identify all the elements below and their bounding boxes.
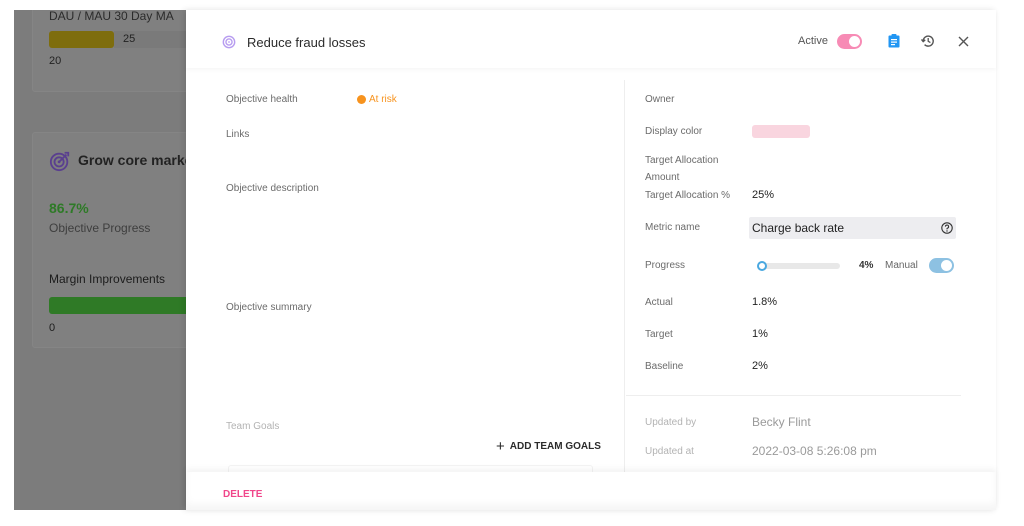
target-allocation-pct-label: Target Allocation % bbox=[645, 190, 731, 201]
clipboard-button[interactable] bbox=[886, 33, 902, 49]
target-icon bbox=[49, 151, 70, 172]
target-value[interactable]: 1% bbox=[752, 328, 768, 340]
background-objective-card: Grow core market 86.7% Objective Progres… bbox=[32, 132, 186, 348]
clipboard-icon bbox=[888, 34, 900, 48]
links-label: Links bbox=[226, 129, 250, 140]
objective-health-label: Objective health bbox=[226, 94, 298, 105]
target-icon bbox=[222, 35, 236, 49]
close-button[interactable] bbox=[955, 33, 971, 49]
updated-by-label: Updated by bbox=[645, 417, 697, 428]
objective-description-label: Objective description bbox=[226, 183, 319, 194]
progress-slider-track[interactable] bbox=[758, 263, 840, 269]
drawer-header: Reduce fraud losses Active bbox=[186, 10, 996, 68]
history-button[interactable] bbox=[920, 33, 936, 49]
manual-toggle[interactable] bbox=[929, 258, 954, 273]
updated-at-value: 2022-03-08 5:26:08 pm bbox=[752, 444, 877, 458]
background-objective-card: DAU / MAU 30 Day MA 25 20 bbox=[32, 10, 186, 92]
health-status-value[interactable]: At risk bbox=[369, 94, 397, 105]
target-allocation-amount-label-2: Amount bbox=[645, 172, 680, 183]
display-color-label: Display color bbox=[645, 126, 703, 137]
actual-label: Actual bbox=[645, 297, 673, 308]
progress-value: 4% bbox=[859, 260, 874, 271]
manual-label: Manual bbox=[885, 260, 918, 271]
team-goals-label: Team Goals bbox=[226, 421, 280, 432]
background-overlay[interactable]: DAU / MAU 30 Day MA 25 20 Grow core mark… bbox=[14, 10, 186, 510]
drawer-footer: DELETE bbox=[186, 472, 996, 510]
health-status-dot bbox=[357, 95, 366, 104]
target-label: Target bbox=[645, 329, 673, 340]
add-team-goals-label: ADD TEAM GOALS bbox=[509, 441, 601, 452]
key-result-name: Margin Improvements bbox=[49, 272, 166, 286]
progress-label: Progress bbox=[645, 260, 686, 271]
drawer-title: Reduce fraud losses bbox=[247, 35, 366, 50]
key-result-min: 0 bbox=[49, 322, 56, 334]
close-icon bbox=[958, 36, 968, 46]
updated-at-label: Updated at bbox=[645, 446, 694, 457]
card-title: Grow core market bbox=[78, 152, 186, 168]
history-icon bbox=[921, 35, 934, 47]
key-result-bar bbox=[49, 297, 186, 314]
metric-name-label: Metric name bbox=[645, 222, 701, 233]
section-divider bbox=[626, 395, 961, 396]
active-label: Active bbox=[798, 35, 828, 47]
baseline-value[interactable]: 2% bbox=[752, 360, 768, 372]
column-divider bbox=[624, 80, 625, 475]
help-icon[interactable] bbox=[941, 222, 953, 234]
plus-icon: + bbox=[496, 437, 505, 455]
min-value: 20 bbox=[49, 55, 62, 67]
actual-value[interactable]: 1.8% bbox=[752, 296, 777, 308]
baseline-label: Baseline bbox=[645, 361, 684, 372]
delete-button[interactable]: DELETE bbox=[223, 489, 262, 500]
objective-progress-label: Objective Progress bbox=[49, 221, 151, 235]
card-title: DAU / MAU 30 Day MA bbox=[49, 10, 174, 23]
updated-by-value: Becky Flint bbox=[752, 415, 811, 429]
metric-name-field[interactable]: Charge back rate bbox=[749, 217, 956, 239]
target-allocation-amount-label: Target Allocation bbox=[645, 155, 719, 166]
objective-drawer: Reduce fraud losses Active Objective hea… bbox=[186, 10, 996, 510]
progress-bar bbox=[49, 31, 114, 48]
metric-name-value: Charge back rate bbox=[752, 221, 845, 235]
objective-summary-label: Objective summary bbox=[226, 302, 312, 313]
target-allocation-pct-value[interactable]: 25% bbox=[752, 189, 774, 201]
active-toggle[interactable] bbox=[837, 34, 862, 49]
add-team-goals-button[interactable]: + ADD TEAM GOALS bbox=[496, 437, 601, 455]
display-color-swatch[interactable] bbox=[752, 125, 810, 138]
progress-slider-handle[interactable] bbox=[757, 261, 768, 271]
owner-label: Owner bbox=[645, 94, 675, 105]
objective-progress-value: 86.7% bbox=[49, 200, 89, 216]
progress-value: 25 bbox=[123, 33, 136, 45]
